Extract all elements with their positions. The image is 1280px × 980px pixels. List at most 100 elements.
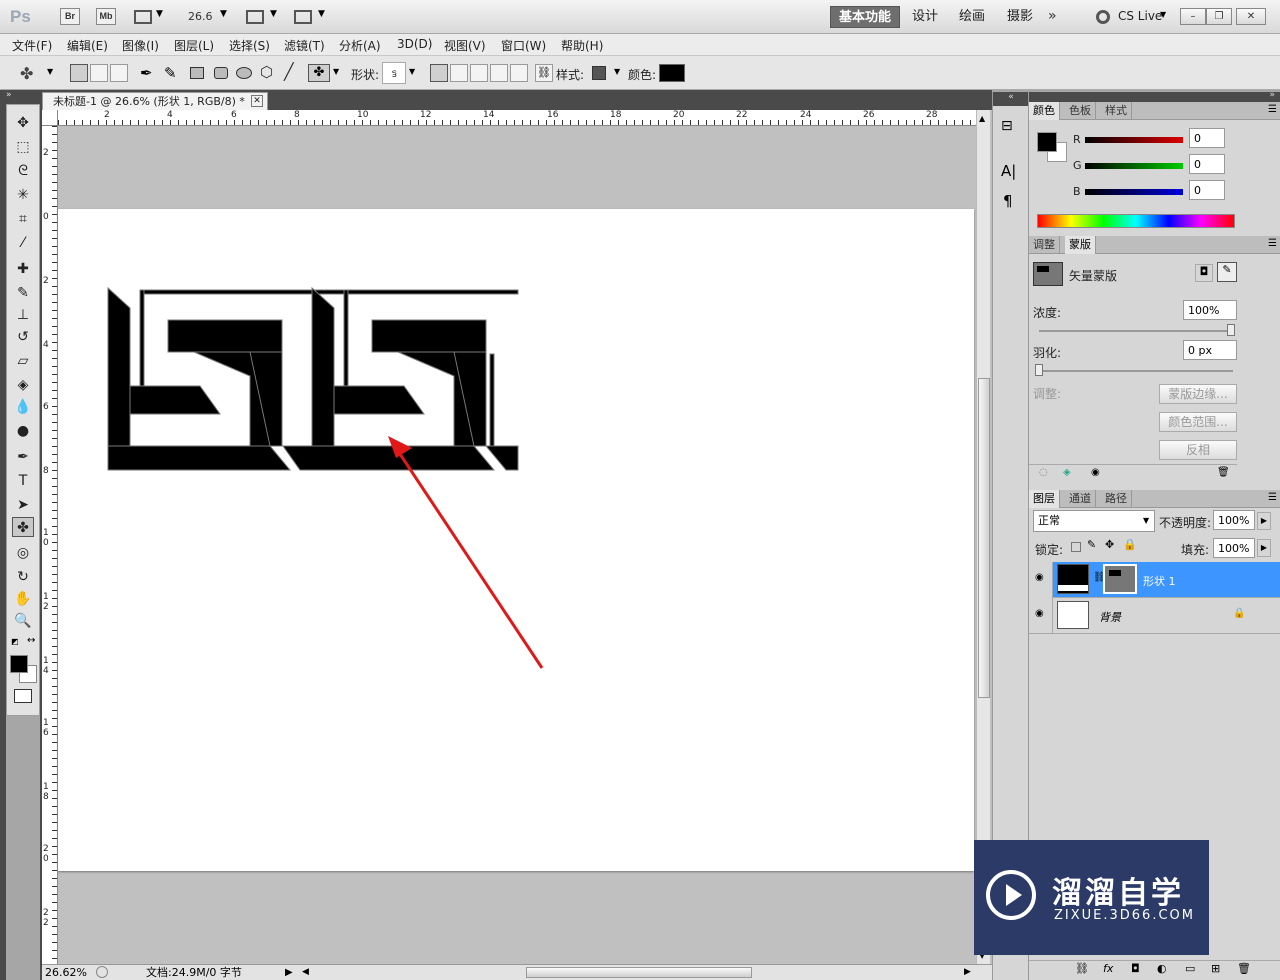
lock-position-icon[interactable]: ✥: [1105, 538, 1114, 551]
move-tool-icon[interactable]: ✥: [12, 113, 34, 133]
type-tool-icon[interactable]: T: [12, 471, 34, 491]
chevron-down-icon[interactable]: ▼: [1143, 516, 1149, 525]
fx-icon[interactable]: fx: [1103, 962, 1113, 975]
workspace-design[interactable]: 设计: [904, 6, 946, 28]
brush-tool-icon[interactable]: ✎: [12, 283, 34, 303]
scroll-right-icon[interactable]: ▶: [964, 965, 971, 980]
scroll-thumb[interactable]: [978, 378, 990, 698]
lock-transparency-icon[interactable]: [1071, 542, 1081, 552]
foreground-color-swatch[interactable]: [10, 655, 28, 673]
marquee-tool-icon[interactable]: ⬚: [12, 137, 34, 157]
channel-r-value[interactable]: 0: [1189, 128, 1225, 148]
eye-icon[interactable]: ◉: [1091, 467, 1100, 478]
path-selection-icon[interactable]: ➤: [12, 495, 34, 515]
new-layer-icon[interactable]: ⊞: [1211, 962, 1220, 975]
channel-g-slider[interactable]: [1085, 163, 1183, 169]
chevron-down-icon[interactable]: ▼: [409, 67, 415, 76]
tab-color[interactable]: 颜色: [1029, 102, 1060, 120]
style-swatch[interactable]: [592, 66, 606, 80]
workspace-photography[interactable]: 摄影: [999, 6, 1041, 28]
layer-row-background[interactable]: ◉ 背景 🔒: [1029, 598, 1280, 634]
paint-bucket-icon[interactable]: ◈: [12, 375, 34, 395]
invert-button[interactable]: 反相: [1159, 440, 1237, 460]
chevron-down-icon[interactable]: ▼: [47, 67, 53, 76]
load-selection-icon[interactable]: ◌: [1039, 467, 1048, 478]
opacity-slider-icon[interactable]: ▶: [1257, 512, 1271, 530]
canvas[interactable]: [58, 209, 974, 871]
density-slider-handle[interactable]: [1227, 324, 1235, 336]
custom-shape-tool-icon[interactable]: ✤: [12, 517, 34, 537]
swap-colors-icon[interactable]: ↔: [27, 635, 35, 646]
add-to-shape-icon[interactable]: [450, 64, 468, 82]
density-slider[interactable]: [1039, 330, 1233, 332]
menu-filter[interactable]: 滤镜(T): [284, 37, 325, 54]
rounded-rectangle-icon[interactable]: [214, 67, 228, 79]
chevron-down-icon[interactable]: ▼: [318, 9, 325, 19]
chevron-down-icon[interactable]: ▼: [270, 9, 277, 19]
expand-icon[interactable]: »: [6, 90, 12, 100]
tab-styles[interactable]: 样式: [1101, 102, 1132, 120]
menu-3d[interactable]: 3D(D): [397, 37, 432, 51]
paragraph-panel-icon[interactable]: ¶: [1003, 192, 1013, 210]
shape-picker[interactable]: ട്ട: [382, 62, 406, 84]
tab-masks[interactable]: 蒙版: [1065, 236, 1096, 254]
eyedropper-icon[interactable]: ⁄: [12, 233, 34, 253]
eye-icon[interactable]: ◉: [1035, 608, 1044, 619]
link-icon[interactable]: ⛓: [535, 64, 553, 82]
feather-value[interactable]: 0 px: [1183, 340, 1237, 360]
zoom-percentage[interactable]: 26.62%: [45, 965, 87, 980]
color-range-button[interactable]: 颜色范围...: [1159, 412, 1237, 432]
menu-window[interactable]: 窗口(W): [501, 37, 546, 54]
trash-icon[interactable]: 🗑: [1237, 962, 1251, 975]
healing-brush-icon[interactable]: ✚: [12, 259, 34, 279]
document-tab[interactable]: 未标题-1 @ 26.6% (形状 1, RGB/8) * ✕: [42, 92, 268, 110]
layer-name[interactable]: 形状 1: [1143, 573, 1176, 589]
history-panel-icon[interactable]: ⊟: [1001, 118, 1013, 134]
mini-bridge-button[interactable]: Mb: [96, 8, 116, 25]
line-tool-icon[interactable]: ╱: [284, 62, 294, 81]
tab-channels[interactable]: 通道: [1065, 490, 1096, 508]
quick-mask-icon[interactable]: [14, 689, 32, 703]
apply-mask-icon[interactable]: ◈: [1063, 467, 1071, 478]
polygon-tool-icon[interactable]: ⬡: [260, 63, 273, 81]
intersect-shape-icon[interactable]: [490, 64, 508, 82]
zoom-tool-icon[interactable]: 🔍: [12, 611, 34, 631]
exclude-shape-icon[interactable]: [510, 64, 528, 82]
panel-menu-icon[interactable]: ☰: [1268, 492, 1277, 503]
chevron-down-icon[interactable]: ▼: [333, 67, 339, 76]
adjustment-layer-icon[interactable]: ◐: [1157, 962, 1167, 975]
new-layer-mode-icon[interactable]: [430, 64, 448, 82]
visibility-toggle[interactable]: ◉: [1029, 562, 1053, 598]
blend-mode-select[interactable]: 正常: [1033, 510, 1155, 532]
channel-r-slider[interactable]: [1085, 137, 1183, 143]
freeform-pen-icon[interactable]: ✎: [164, 64, 177, 82]
tab-layers[interactable]: 图层: [1029, 490, 1060, 508]
more-workspaces-icon[interactable]: »: [1048, 8, 1057, 24]
eye-icon[interactable]: ◉: [1035, 572, 1044, 583]
menu-edit[interactable]: 编辑(E): [67, 37, 108, 54]
fill-pixels-icon[interactable]: [110, 64, 128, 82]
close-button[interactable]: ✕: [1236, 8, 1266, 25]
chevron-down-icon[interactable]: ▼: [220, 9, 227, 19]
greek-key-shape[interactable]: [58, 209, 974, 871]
lasso-tool-icon[interactable]: ᘓ: [12, 161, 34, 181]
chevron-down-icon[interactable]: ▼: [614, 67, 620, 76]
paths-icon[interactable]: [90, 64, 108, 82]
3d-rotate-icon[interactable]: ◎: [12, 543, 34, 563]
color-swatch[interactable]: [659, 64, 685, 82]
pen-tool-icon[interactable]: ✒: [12, 447, 34, 467]
layer-row-shape1[interactable]: ◉ ⛓ 形状 1: [1029, 562, 1280, 598]
zoom-level[interactable]: 26.6: [188, 10, 213, 23]
scroll-left-icon[interactable]: ◀: [302, 965, 309, 980]
menu-view[interactable]: 视图(V): [444, 37, 486, 54]
menu-image[interactable]: 图像(I): [122, 37, 159, 54]
channel-b-slider[interactable]: [1085, 189, 1183, 195]
tab-paths[interactable]: 路径: [1101, 490, 1132, 508]
add-mask-icon[interactable]: ◘: [1131, 962, 1140, 975]
eraser-tool-icon[interactable]: ▱: [12, 351, 34, 371]
3d-orbit-icon[interactable]: ↻: [12, 567, 34, 587]
character-panel-icon[interactable]: A|: [1001, 162, 1016, 180]
fill-slider-icon[interactable]: ▶: [1257, 539, 1271, 557]
close-icon[interactable]: ✕: [251, 95, 263, 107]
history-brush-icon[interactable]: ↺: [12, 327, 34, 347]
